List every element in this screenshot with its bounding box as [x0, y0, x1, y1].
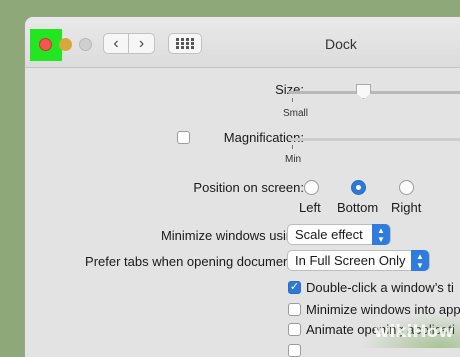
minimize-effect-value: Scale effect [295, 227, 363, 242]
position-left-radio[interactable] [304, 180, 319, 195]
minimize-button[interactable] [59, 38, 72, 51]
size-slider-knob[interactable] [356, 84, 371, 99]
grid-icon [176, 38, 194, 49]
window-title: Dock [325, 36, 357, 52]
size-slider-track[interactable] [288, 91, 460, 94]
back-button[interactable]: ‹ [103, 33, 129, 54]
position-right-radio[interactable] [399, 180, 414, 195]
position-right-label: Right [391, 200, 422, 215]
close-button[interactable] [39, 38, 52, 51]
chevron-up-down-icon: ▲ ▼ [372, 224, 390, 245]
chevron-left-icon: ‹ [113, 34, 119, 52]
magnification-checkbox[interactable] [177, 131, 190, 144]
position-label: Position on screen: [193, 180, 304, 195]
dock-preferences-window: ‹ › Dock Size: Small Magnification: Min … [25, 17, 460, 357]
minimize-into-app-checkbox[interactable] [288, 303, 301, 316]
size-label: Size: [275, 82, 304, 97]
wikihow-watermark: wikiHow [373, 322, 454, 342]
show-all-button[interactable] [168, 33, 202, 54]
forward-button[interactable]: › [129, 33, 155, 54]
magnification-min-label: Min [285, 154, 302, 165]
chevron-right-icon: › [138, 34, 145, 52]
title-bar: ‹ › Dock [25, 17, 460, 68]
position-left-label: Left [299, 200, 321, 215]
minimize-label: Minimize windows using: [160, 228, 304, 243]
magnification-slider-track[interactable] [288, 138, 460, 141]
double-click-checkbox[interactable]: ✓ [288, 281, 301, 294]
zoom-button[interactable] [79, 38, 92, 51]
size-slider-tick [292, 98, 293, 102]
prefer-tabs-select[interactable]: In Full Screen Only ▲ ▼ [287, 250, 430, 271]
prefer-tabs-value: In Full Screen Only [295, 253, 406, 268]
next-option-checkbox[interactable] [288, 344, 301, 357]
chevron-up-down-icon: ▲ ▼ [411, 250, 429, 271]
position-bottom-label: Bottom [337, 200, 379, 215]
animate-opening-checkbox[interactable] [288, 323, 301, 336]
double-click-label: Double-click a window’s ti [306, 280, 454, 295]
prefer-tabs-label: Prefer tabs when opening documents: [85, 254, 304, 269]
size-min-label: Small [283, 108, 309, 119]
position-bottom-radio[interactable] [351, 180, 366, 195]
minimize-effect-select[interactable]: Scale effect ▲ ▼ [287, 224, 391, 245]
magnification-slider-tick [292, 145, 293, 149]
